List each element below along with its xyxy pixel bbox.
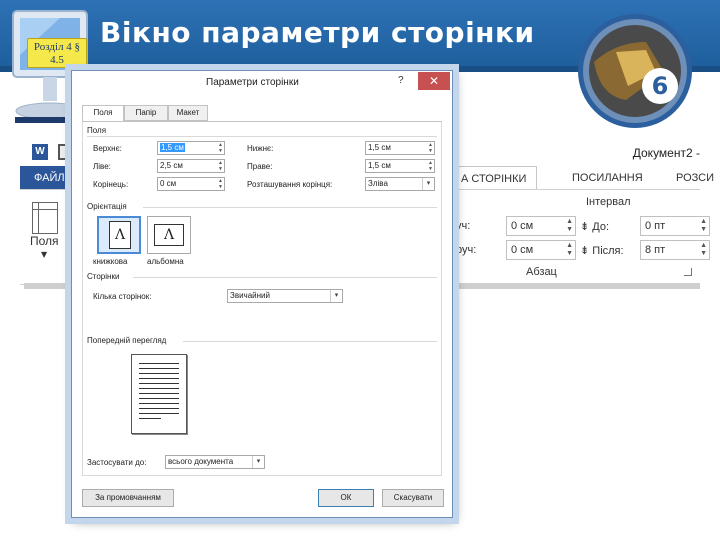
- after-label: руч:: [456, 244, 477, 256]
- preview-line: [139, 418, 161, 419]
- chevron-down-icon: ▾: [422, 178, 434, 190]
- apply-to-select[interactable]: всього документа ▾: [165, 455, 265, 469]
- tab-references[interactable]: ПОСИЛАННЯ: [572, 166, 643, 190]
- preview-line: [139, 368, 179, 369]
- spacing-after-input[interactable]: 0 см ▲ ▼: [506, 240, 576, 260]
- tab-mailings[interactable]: РОЗСИ: [676, 166, 714, 190]
- bottom-margin-label: Нижнє:: [247, 144, 274, 153]
- document-title: Документ2 -: [632, 146, 700, 160]
- preview-line: [139, 363, 179, 364]
- preview-line: [139, 403, 179, 404]
- gutter-position-select[interactable]: Зліва ▾: [365, 177, 435, 191]
- chevron-down-icon: ▾: [330, 290, 342, 302]
- margins-group-title: Поля: [87, 126, 107, 135]
- spacing-before-input[interactable]: 0 см ▲ ▼: [506, 216, 576, 236]
- help-icon[interactable]: ?: [398, 75, 404, 86]
- landscape-icon: Λ: [154, 224, 184, 246]
- portrait-button[interactable]: Λ: [97, 216, 141, 254]
- chevron-down-icon[interactable]: ▼: [41, 250, 47, 259]
- section-badge: Розділ 4 § 4.5: [27, 38, 87, 68]
- dialog-body: Поля Папір Макет Поля Верхнє: 1,5 см ▲ ▼ Н…: [78, 95, 446, 481]
- tab-margins[interactable]: Поля: [82, 105, 124, 122]
- margins-panel: Поля Верхнє: 1,5 см ▲ ▼ Нижнє: 1,5 см ▲ ▼ Лі…: [82, 121, 442, 476]
- portrait-icon: Λ: [109, 221, 131, 249]
- divider: [183, 341, 437, 342]
- multiple-pages-label: Кілька сторінок:: [93, 292, 152, 301]
- orientation-group-title: Орієнтація: [87, 202, 127, 211]
- chevron-down-icon: ▾: [252, 456, 264, 468]
- left-margin-label: Ліве:: [93, 162, 111, 171]
- preview-line: [139, 413, 179, 414]
- margins-icon[interactable]: [32, 202, 58, 234]
- paragraph-group-label: Абзац: [526, 266, 557, 278]
- page-title: Вікно параметри сторінки: [100, 16, 535, 49]
- gutter-input[interactable]: 0 см ▲ ▼: [157, 177, 225, 191]
- set-as-default-button[interactable]: За промовчанням: [82, 489, 174, 507]
- preview-group-title: Попередній перегляд: [87, 336, 167, 345]
- top-margin-input[interactable]: 1,5 см ▲ ▼: [157, 141, 225, 155]
- right-margin-input[interactable]: 1,5 см ▲ ▼: [365, 159, 435, 173]
- pages-group-title: Сторінки: [87, 272, 120, 281]
- spacing-after2-input[interactable]: 8 пт ▲ ▼: [640, 240, 710, 260]
- word-app-icon: W: [32, 144, 48, 160]
- dialog-launcher-icon[interactable]: [684, 268, 692, 276]
- spacing-after2-label: ⇟ Після:: [580, 245, 624, 257]
- preview-line: [139, 398, 179, 399]
- right-margin-label: Праве:: [247, 162, 273, 171]
- preview-line: [139, 378, 179, 379]
- tab-paper[interactable]: Папір: [124, 105, 168, 121]
- landscape-label[interactable]: альбомна: [147, 257, 184, 266]
- tab-layout[interactable]: Макет: [168, 105, 208, 121]
- spacing-to-input[interactable]: 0 пт ▲ ▼: [640, 216, 710, 236]
- close-icon[interactable]: ✕: [418, 72, 450, 90]
- dialog-title: Параметри сторінки: [206, 77, 299, 88]
- left-margin-input[interactable]: 2,5 см ▲ ▼: [157, 159, 225, 173]
- preview-line: [139, 393, 179, 394]
- before-label: уч:: [456, 220, 471, 232]
- page-preview: [131, 354, 187, 434]
- spacing-to-label: ⇟ До:: [580, 221, 610, 233]
- page-setup-dialog: Параметри сторінки ? ✕ Поля Папір Макет …: [71, 70, 453, 518]
- preview-line: [139, 388, 179, 389]
- divider: [133, 277, 437, 278]
- top-margin-label: Верхнє:: [93, 144, 122, 153]
- gutter-position-label: Розташування корінця:: [247, 180, 333, 189]
- tab-page-layout[interactable]: А СТОРІНКИ: [450, 166, 538, 190]
- grade-logo-icon: 6: [578, 14, 692, 128]
- interval-title: Інтервал: [586, 196, 631, 208]
- landscape-button[interactable]: Λ: [147, 216, 191, 254]
- dialog-title-bar: Параметри сторінки ? ✕: [72, 71, 452, 93]
- gutter-label: Корінець:: [93, 180, 129, 189]
- ok-button[interactable]: ОК: [318, 489, 374, 507]
- portrait-label[interactable]: книжкова: [93, 257, 127, 266]
- margins-button-label[interactable]: Поля: [30, 234, 59, 248]
- multiple-pages-select[interactable]: Звичайний ▾: [227, 289, 343, 303]
- slide: W Документ2 - ФАЙЛ А СТОРІНКИ ПОСИЛАННЯ …: [0, 0, 720, 540]
- apply-to-label: Застосувати до:: [87, 458, 147, 467]
- divider: [143, 207, 437, 208]
- divider: [87, 136, 437, 137]
- bottom-margin-input[interactable]: 1,5 см ▲ ▼: [365, 141, 435, 155]
- cancel-button[interactable]: Скасувати: [382, 489, 444, 507]
- logo-number: 6: [652, 72, 669, 100]
- paragraph-group: Інтервал уч: 0 см ▲ ▼ руч: 0 см ▲ ▼ ⇟ До: 0 …: [456, 194, 710, 286]
- preview-line: [139, 408, 179, 409]
- preview-line: [139, 383, 179, 384]
- preview-line: [139, 373, 179, 374]
